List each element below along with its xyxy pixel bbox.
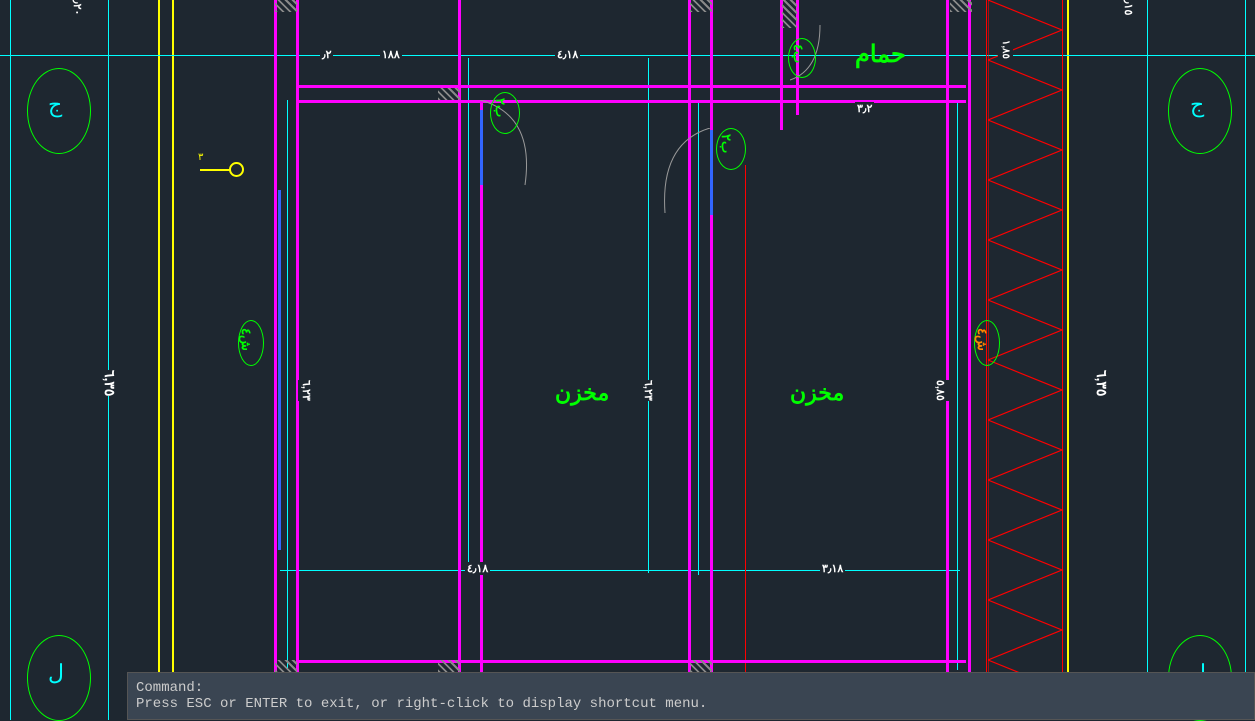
room-label-store: مخزن (555, 380, 609, 406)
dimension-text: ٦,٢٣ (298, 380, 315, 401)
column (275, 0, 297, 12)
command-line[interactable]: Command: Press ESC or ENTER to exit, or … (127, 672, 1255, 720)
stair-risers (988, 0, 1064, 720)
dimension-text: ٫١٥ (1120, 0, 1137, 15)
dimension-text: ٫٢٠ (69, 0, 86, 15)
wall (710, 0, 713, 720)
wall (296, 85, 966, 88)
window-line (278, 190, 281, 550)
door-arc (660, 128, 715, 218)
dimension-text: ١٨٨ (380, 48, 402, 61)
wall (296, 0, 299, 720)
dimension-text: ١,٨٥ (998, 40, 1013, 59)
dimension-line (1147, 0, 1148, 720)
grid-line (1067, 0, 1069, 720)
cad-viewport[interactable]: ج ج ل ل ب٢ ب٢ ب٤ ش٤ ش٤ حمام مخزن مخزن ٫٢… (0, 0, 1255, 720)
dimension-line (0, 55, 1255, 56)
north-arrow: ٣ (200, 160, 244, 180)
column (782, 0, 797, 28)
column (438, 660, 460, 672)
grid-line (172, 0, 174, 720)
dimension-text: ٫٢ (320, 48, 333, 61)
dimension-line (10, 0, 11, 720)
dimension-text: ٦,٣٥ (1092, 370, 1112, 396)
door-label: ب٢ (719, 134, 734, 153)
column (690, 0, 712, 12)
dimension-line (280, 570, 960, 571)
command-hint: Press ESC or ENTER to exit, or right-cli… (136, 696, 1246, 712)
dimension-extent (287, 100, 288, 670)
room-label-bathroom: حمام (855, 40, 906, 69)
dimension-extent (957, 100, 958, 670)
room-label-store: مخزن (790, 380, 844, 406)
wall (968, 0, 971, 720)
wall (946, 0, 949, 720)
dimension-text: ٣٫١٨ (820, 562, 845, 575)
north-label: ٣ (198, 152, 203, 163)
dimension-text: ٦,٢٣ (640, 380, 657, 401)
dimension-text: ٦,٣٥ (100, 370, 120, 396)
grid-line (158, 0, 160, 720)
wall (458, 0, 461, 720)
column (690, 660, 712, 672)
wall (688, 0, 691, 720)
command-prompt: Command: (136, 680, 1246, 696)
wall (296, 660, 966, 663)
dimension-line (1245, 0, 1246, 720)
dimension-line (108, 0, 109, 720)
wall (274, 0, 277, 720)
window-label: ش٤ (239, 328, 254, 351)
grid-label: ل (48, 660, 64, 686)
section-line (745, 165, 746, 720)
dimension-extent (648, 58, 649, 573)
dimension-text: ٣٫٢ (855, 102, 874, 115)
door-label: ب٤ (791, 44, 806, 63)
column (275, 660, 297, 672)
dimension-text: ٤٫١٨ (555, 48, 580, 61)
grid-label: ج (48, 92, 62, 118)
dimension-text: ٤٫١٨ (465, 562, 490, 575)
column (438, 88, 460, 100)
door-label: ب٢ (493, 98, 508, 117)
column (950, 0, 972, 12)
window-label: ش٤ (975, 328, 990, 351)
dimension-text: ٥,٨٥ (932, 380, 949, 401)
wall (480, 100, 483, 720)
grid-label: ج (1190, 92, 1204, 118)
dimension-extent (468, 58, 469, 573)
